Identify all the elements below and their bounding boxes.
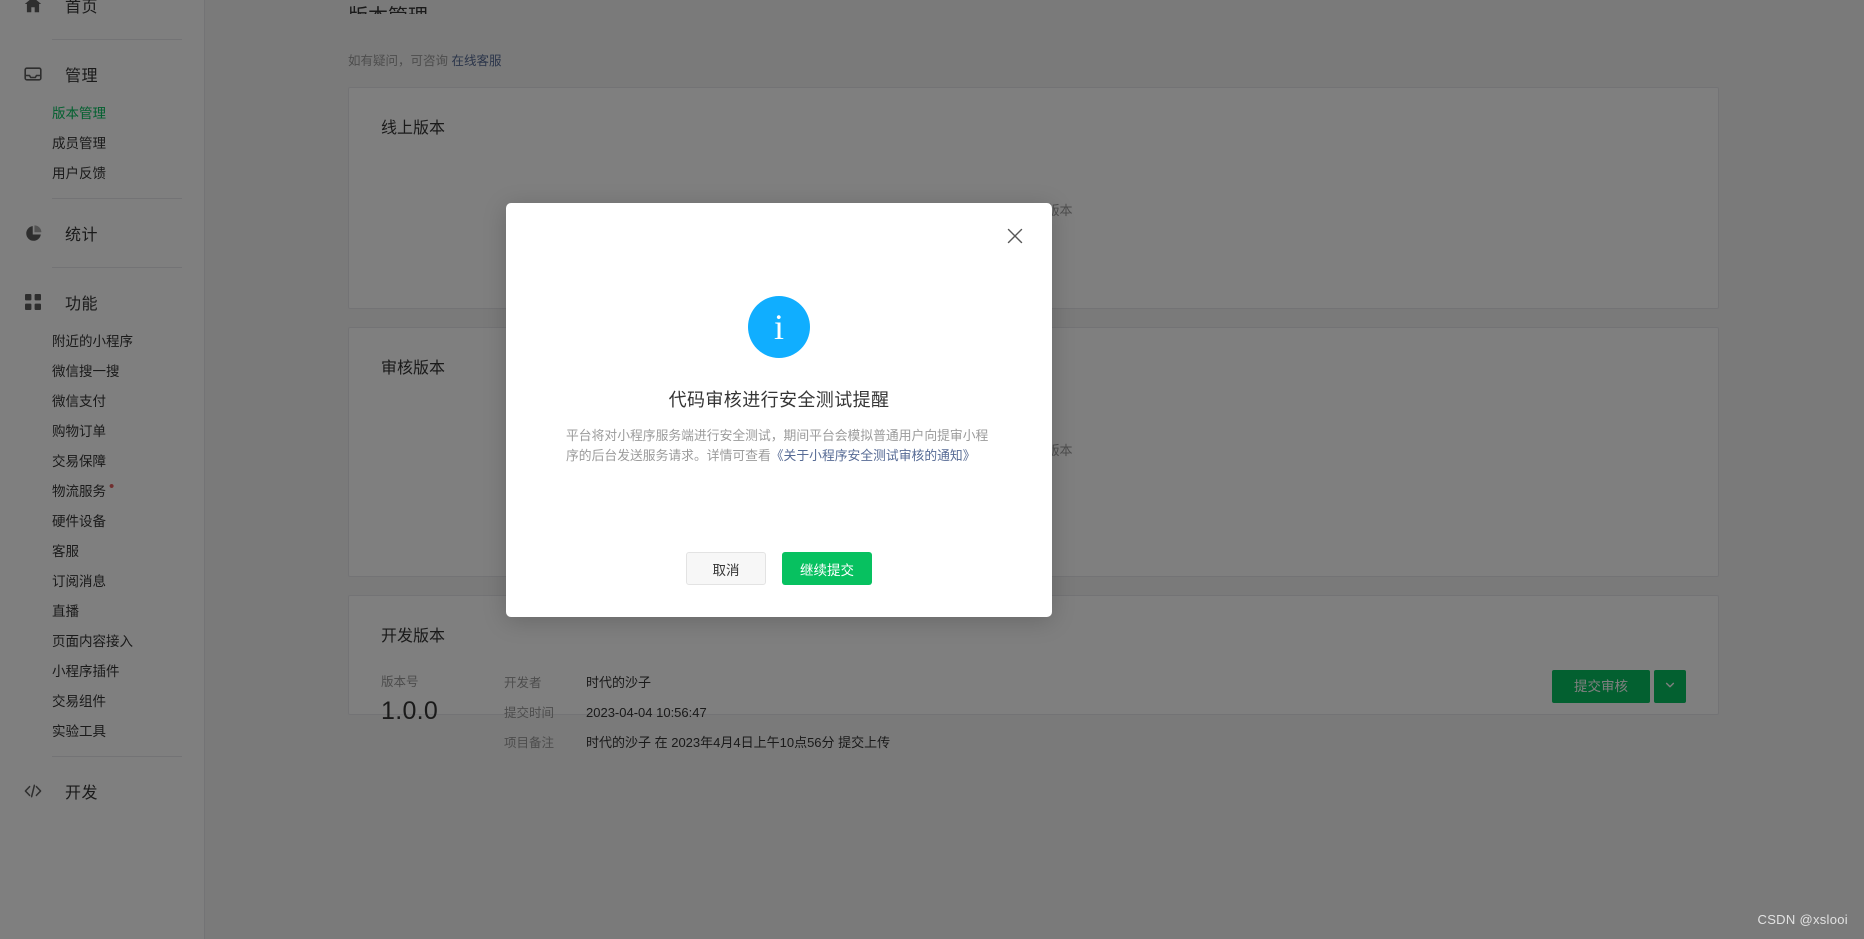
info-icon: i [748, 296, 810, 358]
app-root: 首页 管理 版本管理 成员管理 [0, 0, 1864, 939]
close-icon[interactable] [1000, 221, 1030, 251]
cancel-button[interactable]: 取消 [686, 552, 766, 585]
dialog-description: 平台将对小程序服务端进行安全测试，期间平台会模拟普通用户向提审小程序的后台发送服… [566, 426, 992, 465]
dialog-title: 代码审核进行安全测试提醒 [668, 390, 890, 410]
dialog-body: i 代码审核进行安全测试提醒 平台将对小程序服务端进行安全测试，期间平台会模拟普… [506, 203, 1052, 552]
dialog-footer: 取消 继续提交 [506, 552, 1052, 617]
continue-submit-button[interactable]: 继续提交 [782, 552, 872, 585]
watermark: CSDN @xslooi [1757, 912, 1848, 927]
security-test-reminder-dialog: i 代码审核进行安全测试提醒 平台将对小程序服务端进行安全测试，期间平台会模拟普… [506, 203, 1052, 617]
security-test-notice-link[interactable]: 《关于小程序安全测试审核的通知》 [771, 448, 976, 463]
